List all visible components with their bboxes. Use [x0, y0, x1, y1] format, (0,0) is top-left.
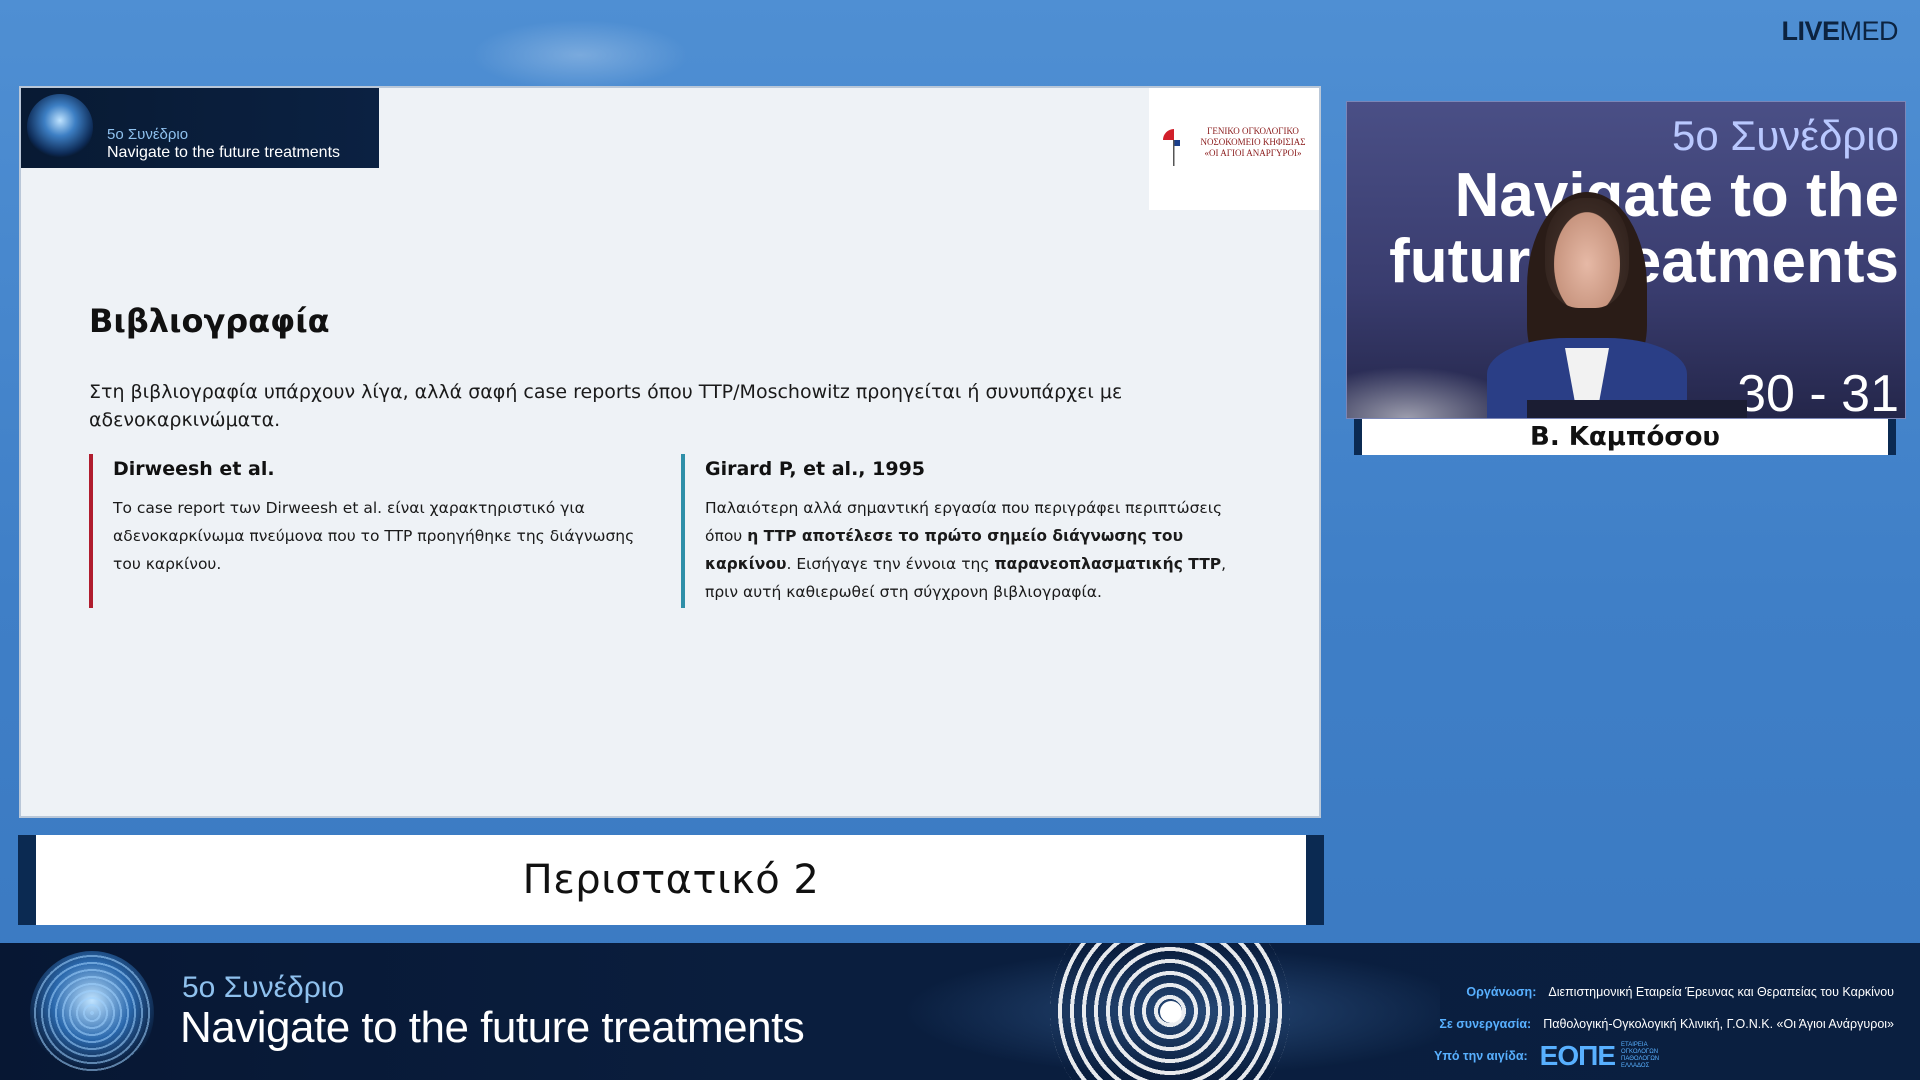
livemed-logo: LIVEMED	[1781, 16, 1898, 46]
eope-logo: ΕΟΠΕ	[1539, 1040, 1616, 1071]
hospital-logo-text: ΓΕΝΙΚΟ ΟΓΚΟΛΟΓΙΚΟ ΝΟΣΟΚΟΜΕΙΟ ΚΗΦΙΣΙΑΣ «Ο…	[1200, 126, 1306, 158]
slide-conference-banner: 5ο Συνέδριο Navigate to the future treat…	[21, 88, 379, 168]
footer-organizer: Οργάνωση: Διεπιστημονική Εταιρεία Έρευνα…	[1466, 985, 1894, 999]
reference-title: Girard P, et al., 1995	[705, 458, 926, 480]
speaker-name: Β. Καμπόσου	[1530, 422, 1720, 452]
footer-cooperation: Σε συνεργασία: Παθολογική-Ογκολογική Κλι…	[1439, 1017, 1894, 1031]
video-backdrop-edition: 5ο Συνέδριο	[1671, 112, 1899, 159]
footer-edition: 5ο Συνέδριο	[182, 971, 345, 1004]
speaker-figure	[1487, 192, 1687, 418]
conference-orb-icon	[30, 951, 154, 1075]
case-caption: Περιστατικό 2	[522, 857, 820, 903]
case-caption-bar: Περιστατικό 2	[18, 835, 1324, 925]
background-glow	[470, 20, 690, 90]
presentation-slide: 5ο Συνέδριο Navigate to the future treat…	[19, 86, 1321, 818]
hospital-logo: ΓΕΝΙΚΟ ΟΓΚΟΛΟΓΙΚΟ ΝΟΣΟΚΟΜΕΙΟ ΚΗΦΙΣΙΑΣ «Ο…	[1149, 88, 1319, 210]
slide-intro-text: Στη βιβλιογραφία υπάρχουν λίγα, αλλά σαφ…	[89, 381, 1123, 431]
speaker-name-bar: Β. Καμπόσου	[1354, 419, 1896, 455]
speaker-video: 5ο Συνέδριο Navigate to the future treat…	[1346, 101, 1906, 419]
footer-aegis: Υπό την αιγίδα: ΕΟΠΕ ΕΤΑΙΡΕΙΑ ΟΓΚΟΛΟΓΩΝ …	[1434, 1040, 1660, 1071]
slide-banner-edition: 5ο Συνέδριο	[107, 126, 189, 143]
footer-tagline: Navigate to the future treatments	[180, 1003, 805, 1052]
slide-banner-tagline: Navigate to the future treatments	[107, 144, 341, 161]
reference-body: Το case report των Dirweesh et al. είναι…	[113, 499, 635, 573]
conference-orb-icon	[27, 94, 93, 160]
video-backdrop-dates: 30 - 31	[1737, 365, 1899, 419]
footer-credits: Οργάνωση: Διεπιστημονική Εταιρεία Έρευνα…	[1394, 977, 1894, 1073]
hospital-cross-icon	[1163, 129, 1180, 166]
podium	[1527, 400, 1747, 418]
reference-girard: Girard P, et al., 1995 Παλαιότερη αλλά σ…	[681, 454, 1241, 608]
conference-footer: 5ο Συνέδριο Navigate to the future treat…	[0, 943, 1920, 1080]
reference-body: Παλαιότερη αλλά σημαντική εργασία που πε…	[705, 499, 1227, 601]
eope-logo-subtitle: ΕΤΑΙΡΕΙΑ ΟΓΚΟΛΟΓΩΝ ΠΑΘΟΛΟΓΩΝ ΕΛΛΑΔΟΣ	[1621, 1042, 1660, 1069]
reference-dirweesh: Dirweesh et al. Το case report των Dirwe…	[89, 454, 649, 608]
slide-title: Βιβλιογραφία	[89, 302, 330, 340]
reference-title: Dirweesh et al.	[113, 458, 275, 480]
